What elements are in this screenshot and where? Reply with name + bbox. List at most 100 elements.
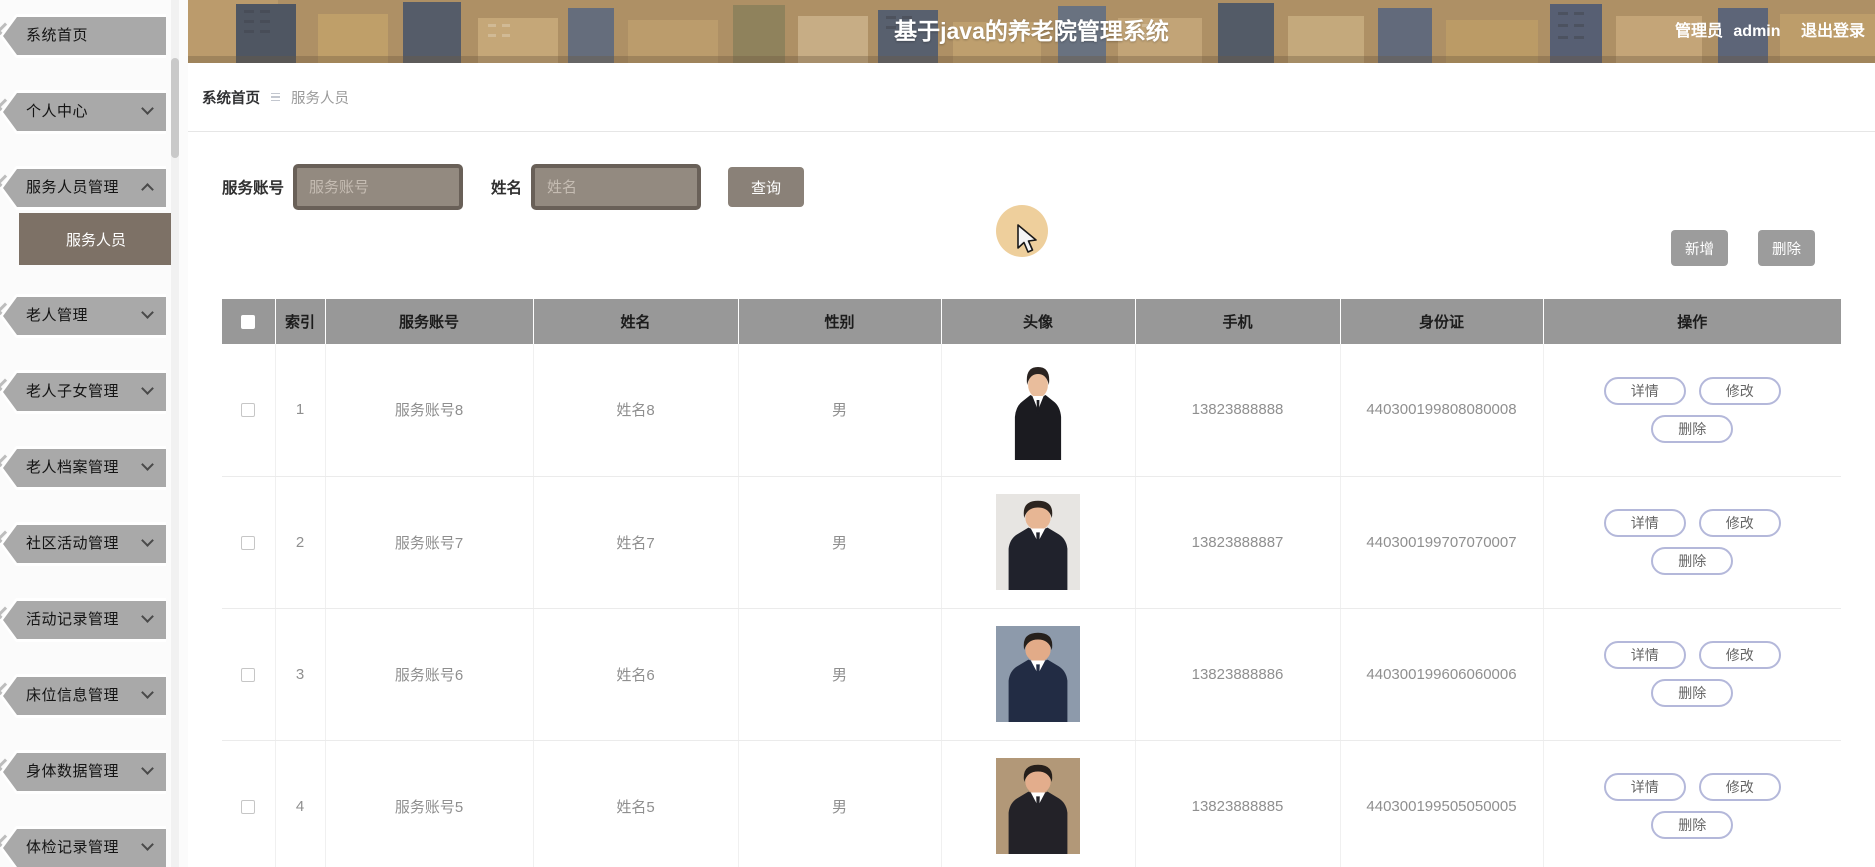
cell-name: 姓名7 — [532, 476, 738, 609]
cell-avatar — [942, 359, 1135, 460]
logout-link[interactable]: 退出登录 — [1801, 23, 1865, 40]
detail-button[interactable]: 详情 — [1603, 773, 1686, 801]
breadcrumb-current: 服务人员 — [291, 90, 349, 107]
cell-avatar — [942, 626, 1135, 722]
sidebar-item-label: 活动记录管理 — [26, 611, 120, 628]
name-input[interactable] — [531, 164, 702, 210]
cell-gender: 男 — [737, 608, 941, 741]
sidebar-item-label: 老人档案管理 — [26, 459, 120, 476]
sidebar-item-label: 服务人员管理 — [26, 179, 120, 196]
cell-index: 1 — [274, 344, 325, 477]
select-all-checkbox[interactable] — [241, 315, 256, 330]
cell-name: 姓名6 — [532, 608, 738, 741]
main-area: 基于java的养老院管理系统 管理员 admin 退出登录 系统首页 服务人员 … — [188, 0, 1875, 867]
sidebar-subitem-2-0-active[interactable]: 服务人员 — [19, 213, 173, 265]
column-header: 性别 — [737, 299, 941, 344]
edit-button[interactable]: 修改 — [1698, 376, 1781, 405]
cell-avatar — [942, 494, 1135, 590]
account-input[interactable] — [293, 164, 464, 210]
sidebar-item-2[interactable]: 服务人员管理 — [0, 166, 166, 210]
row-checkbox[interactable] — [241, 799, 256, 814]
sidebar-item-label: 体检记录管理 — [26, 839, 120, 856]
cell-gender: 男 — [737, 740, 941, 867]
avatar-image — [996, 626, 1080, 722]
cell-gender: 男 — [737, 344, 941, 477]
cell-id-card: 440300199505050005 — [1339, 740, 1543, 867]
row-checkbox[interactable] — [241, 403, 256, 418]
cell-name: 姓名8 — [532, 344, 738, 477]
username-label: admin — [1733, 23, 1781, 40]
sidebar-item-label: 个人中心 — [26, 103, 89, 120]
detail-button[interactable]: 详情 — [1603, 509, 1686, 537]
edit-button[interactable]: 修改 — [1698, 773, 1781, 801]
cell-avatar — [942, 758, 1135, 854]
app-window: 系统首页 个人中心 服务人员管理 服务人员 老人管理 老人子女管理 老人档案管理 社区活动管理… — [0, 0, 1875, 867]
query-button[interactable]: 查询 — [728, 167, 805, 207]
user-role-label: 管理员 — [1674, 23, 1723, 40]
sidebar: 系统首页个人中心服务人员管理服务人员老人管理老人子女管理 老人档案管理社区活动管理… — [0, 0, 188, 867]
cell-phone: 13823888887 — [1134, 476, 1340, 609]
table-header-row: 索引 服务账号 姓名 性别 头像 手机 身份证 操作 — [222, 299, 1841, 344]
table-row-1: 1 服务账号8 姓名8 男 13823888888 440300199808080008 详… — [222, 344, 1841, 477]
edit-button[interactable]: 修改 — [1698, 641, 1781, 669]
name-field-label: 姓名 — [491, 180, 523, 197]
sidebar-item-label: 床位信息管理 — [26, 687, 120, 704]
cell-index: 4 — [274, 740, 325, 867]
cell-name: 姓名5 — [532, 740, 738, 867]
row-delete-button[interactable]: 删除 — [1651, 811, 1734, 839]
column-header: 身份证 — [1339, 299, 1543, 344]
cell-account: 服务账号5 — [324, 740, 533, 867]
sidebar-item-5[interactable]: 老人档案管理 — [0, 446, 166, 490]
detail-button[interactable]: 详情 — [1603, 376, 1686, 405]
sidebar-item-6[interactable]: 社区活动管理 — [0, 522, 166, 566]
sidebar-item-8[interactable]: 床位信息管理 — [0, 674, 166, 718]
detail-button[interactable]: 详情 — [1603, 641, 1686, 669]
sidebar-item-7[interactable]: 活动记录管理 — [0, 598, 166, 642]
breadcrumb: 系统首页 服务人员 — [188, 63, 1875, 132]
table-row-2: 2 服务账号7 姓名7 男 13823888887 440300199707070007 详… — [222, 476, 1841, 609]
sidebar-item-1[interactable]: 个人中心 — [0, 90, 166, 134]
avatar-image — [996, 494, 1080, 590]
cell-account: 服务账号8 — [324, 344, 533, 477]
sidebar-item-3[interactable]: 老人管理 — [0, 294, 166, 338]
row-delete-button[interactable]: 删除 — [1651, 679, 1734, 707]
add-button[interactable]: 新增 — [1671, 230, 1728, 266]
cell-gender: 男 — [737, 476, 941, 609]
sidebar-item-9[interactable]: 身体数据管理 — [0, 750, 166, 794]
column-header: 头像 — [940, 299, 1135, 344]
column-header: 操作 — [1542, 299, 1841, 344]
breadcrumb-separator-icon — [271, 92, 280, 102]
row-delete-button[interactable]: 删除 — [1651, 547, 1734, 575]
sidebar-item-label: 老人管理 — [26, 307, 89, 324]
cell-phone: 13823888888 — [1134, 344, 1340, 477]
column-header: 手机 — [1134, 299, 1340, 344]
cell-phone: 13823888885 — [1134, 740, 1340, 867]
row-checkbox[interactable] — [241, 667, 256, 682]
sidebar-item-4[interactable]: 老人子女管理 — [0, 370, 166, 414]
sidebar-scrollbar-thumb[interactable] — [171, 58, 179, 158]
search-form: 服务账号 姓名 查询 — [222, 164, 1875, 210]
row-checkbox[interactable] — [241, 535, 256, 550]
avatar-image — [1005, 359, 1071, 460]
avatar-image — [996, 758, 1080, 854]
cell-account: 服务账号6 — [324, 608, 533, 741]
breadcrumb-home-link[interactable]: 系统首页 — [202, 87, 260, 108]
page-title: 基于java的养老院管理系统 — [894, 18, 1169, 44]
edit-button[interactable]: 修改 — [1698, 509, 1781, 537]
cell-id-card: 440300199606060006 — [1339, 608, 1543, 741]
cell-phone: 13823888886 — [1134, 608, 1340, 741]
cell-id-card: 440300199707070007 — [1339, 476, 1543, 609]
sidebar-item-label: 系统首页 — [26, 27, 89, 44]
staff-table: 索引 服务账号 姓名 性别 头像 手机 身份证 操作 1 服务账号8 姓名8 男 1382388888… — [222, 299, 1841, 867]
column-header: 服务账号 — [324, 299, 533, 344]
sidebar-item-0[interactable]: 系统首页 — [0, 14, 166, 58]
cell-index: 3 — [274, 608, 325, 741]
mouse-cursor-icon — [1017, 224, 1037, 253]
row-delete-button[interactable]: 删除 — [1651, 414, 1734, 443]
sidebar-item-label: 老人子女管理 — [26, 383, 120, 400]
column-header: 姓名 — [532, 299, 738, 344]
table-row-3: 3 服务账号6 姓名6 男 13823888886 440300199606060006 详… — [222, 608, 1841, 741]
cell-account: 服务账号7 — [324, 476, 533, 609]
sidebar-item-10[interactable]: 体检记录管理 — [0, 826, 166, 867]
delete-button[interactable]: 删除 — [1758, 230, 1815, 266]
